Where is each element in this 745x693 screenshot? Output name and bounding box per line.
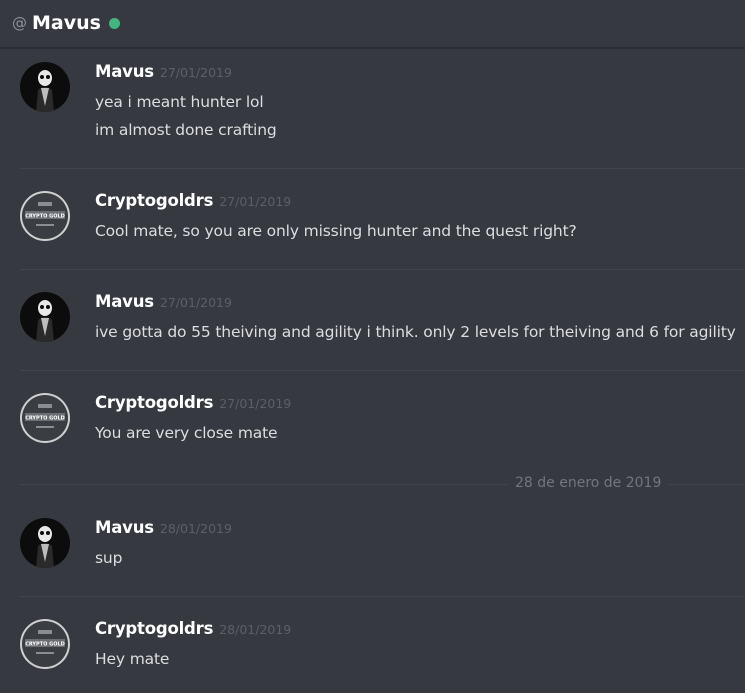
- avatar[interactable]: CRYPTO GOLD: [20, 619, 70, 669]
- author-name[interactable]: Cryptogoldrs: [95, 393, 213, 412]
- author-name[interactable]: Mavus: [95, 518, 154, 537]
- message-timestamp: 28/01/2019: [159, 521, 232, 536]
- author-name[interactable]: Mavus: [95, 62, 154, 81]
- at-icon: @: [12, 14, 27, 32]
- avatar[interactable]: [20, 62, 70, 112]
- message-text: im almost done crafting: [95, 121, 277, 139]
- message-text: Hey mate: [95, 650, 170, 668]
- avatar[interactable]: CRYPTO GOLD: [20, 393, 70, 443]
- message-text: ive gotta do 55 theiving and agility i t…: [95, 323, 736, 341]
- mavus-avatar-icon: [20, 518, 70, 568]
- message-timestamp: 27/01/2019: [159, 65, 232, 80]
- message-divider: [20, 269, 745, 270]
- message-divider: [20, 370, 745, 371]
- channel-title[interactable]: Mavus: [32, 14, 101, 33]
- mavus-avatar-icon: [20, 62, 70, 112]
- message-timestamp: 27/01/2019: [219, 396, 292, 411]
- author-name[interactable]: Cryptogoldrs: [95, 191, 213, 210]
- author-name[interactable]: Mavus: [95, 292, 154, 311]
- cryptogold-avatar-icon: CRYPTO GOLD: [20, 191, 70, 241]
- svg-text:CRYPTO GOLD: CRYPTO GOLD: [25, 416, 65, 422]
- message-text: Cool mate, so you are only missing hunte…: [95, 222, 577, 240]
- message-timestamp: 27/01/2019: [219, 194, 292, 209]
- message-divider: [20, 596, 745, 597]
- mavus-avatar-icon: [20, 292, 70, 342]
- online-status-icon: [108, 18, 120, 29]
- message-divider: [20, 168, 745, 169]
- avatar[interactable]: [20, 518, 70, 568]
- message-text: yea i meant hunter lol: [95, 93, 264, 111]
- message-text: sup: [95, 549, 123, 567]
- message-timestamp: 28/01/2019: [219, 622, 292, 637]
- message-list[interactable]: Mavus 27/01/2019 yea i meant hunter lol …: [0, 48, 745, 693]
- cryptogold-avatar-icon: CRYPTO GOLD: [20, 393, 70, 443]
- avatar[interactable]: [20, 292, 70, 342]
- date-divider-label: 28 de enero de 2019: [507, 475, 670, 491]
- svg-text:CRYPTO GOLD: CRYPTO GOLD: [25, 214, 65, 220]
- channel-header: @ Mavus: [0, 0, 745, 48]
- cryptogold-avatar-icon: CRYPTO GOLD: [20, 619, 70, 669]
- author-name[interactable]: Cryptogoldrs: [95, 619, 213, 638]
- avatar[interactable]: CRYPTO GOLD: [20, 191, 70, 241]
- message-text: You are very close mate: [95, 424, 278, 442]
- message-timestamp: 27/01/2019: [159, 295, 232, 310]
- svg-text:CRYPTO GOLD: CRYPTO GOLD: [25, 642, 65, 648]
